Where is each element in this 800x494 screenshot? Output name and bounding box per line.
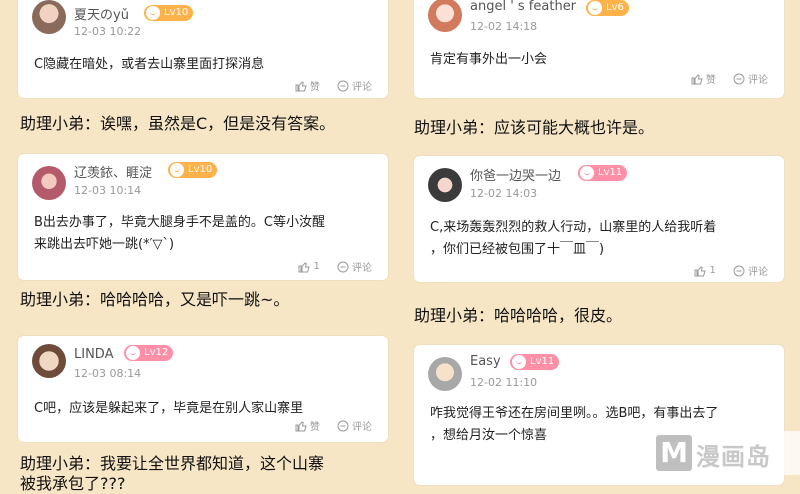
thumbs-up-icon [298, 261, 311, 272]
comment-actions: 1 评论 [694, 263, 768, 278]
avatar[interactable] [428, 0, 462, 32]
comment-line: 来跳出去吓她一跳(*′▽`) [34, 237, 175, 252]
comment-icon [337, 80, 349, 91]
reply-button[interactable]: 评论 [733, 71, 768, 86]
avatar[interactable] [428, 168, 462, 202]
comment-card: LINDA Lv12 12-03 08:14 C吧，应该是躲起来了，毕竟是在别人… [18, 336, 388, 442]
comment-date: 12-02 14:03 [470, 187, 538, 200]
comment-actions: 赞 评论 [295, 78, 372, 93]
comment-icon [337, 261, 349, 272]
comment-actions: 赞 评论 [295, 418, 372, 433]
narration-text: 助理小弟：哈哈哈哈，又是吓一跳~。 [20, 290, 290, 309]
username[interactable]: 辽羡銥、睚淀 [74, 162, 152, 181]
comment-icon [733, 73, 745, 84]
watermark-letter: M [656, 435, 692, 471]
comment-line: ，你们已经被包围了十￣皿￣) [430, 242, 605, 257]
level-badge: Lv11 [510, 354, 560, 370]
comment-text: 肯定有事外出一小会 [430, 52, 548, 67]
username[interactable]: 夏天のyǔ [74, 4, 129, 23]
reply-button[interactable]: 评论 [733, 263, 768, 278]
level-icon [512, 355, 526, 369]
thumbs-up-icon [295, 80, 307, 91]
like-button[interactable]: 赞 [295, 78, 320, 93]
level-icon [126, 346, 140, 360]
comment-date: 12-03 10:22 [74, 25, 142, 38]
comment-date: 12-02 11:10 [470, 376, 538, 389]
comment-date: 12-03 10:14 [74, 184, 142, 197]
thumbs-up-icon [295, 420, 307, 431]
comment-date: 12-02 14:18 [470, 20, 538, 33]
level-icon [580, 166, 594, 180]
level-badge: Lv6 [586, 0, 629, 16]
level-icon [170, 163, 184, 177]
username[interactable]: angel ' s feather [470, 0, 576, 14]
narration-text: 被我承包了??? [20, 474, 126, 493]
comment-text: B出去办事了，毕竟大腿身手不是盖的。C等小汝醒 来跳出去吓她一跳(*′▽`) [34, 212, 376, 256]
comment-text: C吧，应该是躲起来了，毕竟是在别人家山寨里 [34, 401, 304, 416]
narration-text: 助理小弟：应该可能大概也许是。 [414, 118, 655, 137]
comment-text: C隐藏在暗处，或者去山寨里面打探消息 [34, 57, 265, 72]
narration-text: 助理小弟：诶嘿，虽然是C，但是没有答案。 [20, 114, 336, 133]
reply-button[interactable]: 评论 [337, 418, 372, 433]
comment-actions: 赞 评论 [691, 71, 768, 86]
comment-icon [337, 420, 349, 431]
level-badge: Lv10 [168, 162, 218, 178]
reply-button[interactable]: 评论 [337, 259, 372, 274]
level-icon [146, 6, 160, 20]
avatar[interactable] [428, 357, 462, 391]
comment-icon [733, 265, 745, 276]
thumbs-up-icon [694, 265, 707, 276]
comment-line: C,来场轰轰烈烈的救人行动，山寨里的人给我听着 [430, 220, 717, 235]
avatar[interactable] [32, 166, 66, 200]
comment-card: 夏天のyǔ Lv10 12-03 10:22 C隐藏在暗处，或者去山寨里面打探消… [18, 0, 388, 98]
like-button[interactable]: 赞 [691, 71, 716, 86]
level-badge: Lv11 [578, 165, 628, 181]
narration-text: 助理小弟：哈哈哈哈，很皮。 [414, 306, 623, 325]
username[interactable]: Easy [470, 354, 501, 369]
comment-line: B出去办事了，毕竟大腿身手不是盖的。C等小汝醒 [34, 215, 325, 230]
comment-actions: 1 评论 [298, 259, 372, 274]
comment-card: angel ' s feather Lv6 12-02 14:18 肯定有事外出… [414, 0, 784, 98]
username[interactable]: 你爸一边哭一边 [470, 165, 561, 184]
like-button[interactable]: 1 [694, 265, 716, 277]
watermark-text: 漫画岛 [696, 443, 771, 471]
comment-card: 辽羡銥、睚淀 Lv10 12-03 10:14 B出去办事了，毕竟大腿身手不是盖… [18, 154, 388, 280]
comment-date: 12-03 08:14 [74, 367, 142, 380]
username[interactable]: LINDA [74, 347, 113, 362]
comment-text: C,来场轰轰烈烈的救人行动，山寨里的人给我听着 ，你们已经被包围了十￣皿￣) [430, 217, 772, 261]
level-badge: Lv10 [144, 5, 194, 21]
avatar[interactable] [32, 344, 66, 378]
watermark-logo: M 漫画岛 [650, 431, 800, 475]
comment-line: 咋我觉得王爷还在房间里咧。。选B吧，有事出去了 [430, 406, 719, 421]
like-button[interactable]: 1 [298, 261, 320, 273]
avatar[interactable] [32, 0, 66, 34]
level-badge: Lv12 [124, 345, 174, 361]
thumbs-up-icon [691, 73, 703, 84]
like-button[interactable]: 赞 [295, 418, 320, 433]
reply-button[interactable]: 评论 [337, 78, 372, 93]
level-icon [588, 1, 602, 15]
comment-card: 你爸一边哭一边 Lv11 12-02 14:03 C,来场轰轰烈烈的救人行动，山… [414, 156, 784, 282]
